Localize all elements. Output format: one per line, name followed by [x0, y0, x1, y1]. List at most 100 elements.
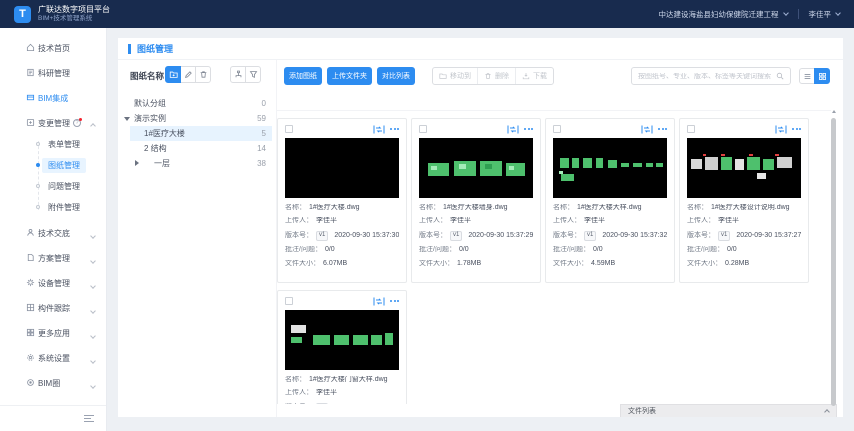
search-input[interactable]: [638, 73, 776, 80]
upload-folder-button[interactable]: 上传文件夹: [327, 67, 372, 85]
user-menu[interactable]: 李佳平: [809, 9, 841, 20]
file-list-drawer[interactable]: 文件列表: [620, 404, 837, 417]
compare-icon[interactable]: [775, 125, 787, 134]
list-view-icon[interactable]: [799, 68, 815, 84]
compare-icon[interactable]: [641, 125, 653, 134]
drawing-thumbnail[interactable]: [553, 138, 667, 198]
search-box: [631, 67, 791, 85]
more-icon[interactable]: [390, 300, 399, 302]
drawings-toolbar: 添加图纸 上传文件夹 对比列表 移动到 删除 下载: [284, 66, 554, 86]
edit-folder-button[interactable]: [180, 66, 196, 83]
sidebar-item-components[interactable]: 构件跟踪: [0, 300, 106, 316]
app-titles: 广联达数字项目平台 BIM+技术管理系统: [38, 6, 110, 23]
delete-button[interactable]: 删除: [477, 68, 515, 84]
more-icon[interactable]: [390, 128, 399, 130]
settings-icon: [26, 353, 35, 362]
sidebar-item-plans[interactable]: 方案管理: [0, 250, 106, 266]
more-icon[interactable]: [792, 128, 801, 130]
card-checkbox[interactable]: [553, 125, 561, 133]
main-panel: 图纸管理 图纸名称 默认分组 0 演示实例: [118, 38, 843, 417]
collapsed-arrow-icon[interactable]: [135, 160, 139, 166]
grid-box-icon: [26, 303, 35, 312]
collapse-sidebar-icon[interactable]: [84, 415, 94, 423]
expanded-arrow-icon[interactable]: [124, 117, 130, 121]
drawing-thumbnail[interactable]: [419, 138, 533, 198]
version-badge: v1: [316, 231, 328, 241]
sidebar-item-equipment[interactable]: 设备管理: [0, 275, 106, 291]
scroll-up-arrow-icon[interactable]: [832, 110, 836, 113]
tree-node-demo[interactable]: 演示实例 59: [130, 111, 272, 126]
drawing-thumbnail[interactable]: [687, 138, 801, 198]
sidebar-item-tech-home[interactable]: 技术首页: [0, 40, 106, 56]
drawing-thumbnail[interactable]: [285, 310, 399, 370]
tree-view-button-group: [230, 66, 261, 83]
add-folder-button[interactable]: [165, 66, 181, 83]
drawing-card[interactable]: 名称：1#医疗大楼墙身.dwg 上传人：李佳平 版本号：v12020-09-30…: [411, 118, 541, 283]
sidebar-subitem-issues[interactable]: 问题管理: [0, 179, 106, 193]
header-divider: [798, 9, 799, 19]
title-accent-bar: [128, 44, 131, 54]
drawing-name: 1#医疗大楼大样.dwg: [577, 204, 642, 212]
drawing-thumbnail[interactable]: [285, 138, 399, 198]
trash-icon: [484, 72, 492, 80]
hierarchy-icon[interactable]: [230, 66, 246, 83]
compare-list-button[interactable]: 对比列表: [377, 67, 415, 85]
bim-icon: [26, 93, 35, 102]
drawing-name: 1#医疗大楼设计说明.dwg: [711, 204, 790, 212]
change-icon: [26, 118, 35, 127]
compare-icon[interactable]: [373, 297, 385, 306]
project-selector[interactable]: 中达建设海盐县妇幼保健院迁建工程: [659, 9, 788, 20]
file-size: 4.59MB: [591, 260, 615, 268]
drawing-card[interactable]: 名称：1#医疗大楼大样.dwg 上传人：李佳平 版本号：v12020-09-30…: [545, 118, 675, 283]
help-badge-icon[interactable]: [73, 119, 81, 127]
scrollbar-thumb[interactable]: [831, 118, 836, 406]
sidebar-item-bim[interactable]: BIM集成: [0, 90, 106, 106]
compare-icon[interactable]: [373, 125, 385, 134]
filter-icon[interactable]: [245, 66, 261, 83]
version-badge: v1: [450, 231, 462, 241]
sidebar-subitem-drawings[interactable]: 图纸管理: [0, 158, 106, 172]
more-icon[interactable]: [658, 128, 667, 130]
drawing-card[interactable]: 名称：1#医疗大楼.dwg 上传人：李佳平 版本号：v12020-09-30 1…: [277, 118, 407, 283]
logo-letter: T: [19, 8, 26, 20]
notes-count: 0/0: [727, 246, 737, 254]
version-badge: v1: [718, 231, 730, 241]
sidebar-item-change-mgmt[interactable]: 变更管理: [0, 115, 106, 131]
tree-node-structure[interactable]: 2 结构 14: [130, 141, 272, 156]
compare-icon[interactable]: [507, 125, 519, 134]
card-checkbox[interactable]: [419, 125, 427, 133]
sidebar-subitem-forms[interactable]: 表单管理: [0, 137, 106, 151]
tree-node-building1[interactable]: 1#医疗大楼 5: [130, 126, 272, 141]
card-checkbox[interactable]: [687, 125, 695, 133]
change-mgmt-submenu: 表单管理 图纸管理 问题管理 附件管理: [0, 137, 106, 214]
apps-icon: [26, 328, 35, 337]
download-button[interactable]: 下载: [515, 68, 553, 84]
uploader-name: 李佳平: [718, 217, 739, 225]
tree-node-floor1[interactable]: 一层 38: [130, 156, 272, 171]
search-icon[interactable]: [776, 72, 784, 80]
drawing-card[interactable]: 名称：1#医疗大楼设计说明.dwg 上传人：李佳平 版本号：v12020-09-…: [679, 118, 809, 283]
version-time: 2020-09-30 15:37:28: [334, 404, 399, 405]
delete-folder-button[interactable]: [195, 66, 211, 83]
add-drawing-button[interactable]: 添加图纸: [284, 67, 322, 85]
chevron-down-icon: [91, 381, 95, 390]
sidebar-item-settings[interactable]: 系统设置: [0, 350, 106, 366]
move-to-button[interactable]: 移动到: [433, 68, 477, 84]
grid-view-icon[interactable]: [814, 68, 830, 84]
tree-node-default-group[interactable]: 默认分组 0: [130, 96, 272, 111]
sidebar-item-bim-circle[interactable]: BIM圈: [0, 375, 106, 391]
sidebar-item-more-apps[interactable]: 更多应用: [0, 325, 106, 341]
sidebar-item-research[interactable]: 科研管理: [0, 65, 106, 81]
card-checkbox[interactable]: [285, 125, 293, 133]
card-checkbox[interactable]: [285, 297, 293, 305]
view-toggle: [799, 68, 830, 84]
sidebar-item-label: 设备管理: [38, 278, 70, 289]
chevron-down-icon: [783, 10, 789, 16]
tree-node-count: 59: [257, 114, 272, 123]
sidebar-item-disclosure[interactable]: 技术交底: [0, 225, 106, 241]
sidebar-subitem-attachments[interactable]: 附件管理: [0, 200, 106, 214]
vertical-scrollbar[interactable]: [831, 110, 836, 410]
drawing-card[interactable]: 名称：1#医疗大楼门窗大样.dwg 上传人：李佳平 版本号：v12020-09-…: [277, 290, 407, 404]
more-icon[interactable]: [524, 128, 533, 130]
sidebar-item-label: BIM圈: [38, 378, 60, 389]
